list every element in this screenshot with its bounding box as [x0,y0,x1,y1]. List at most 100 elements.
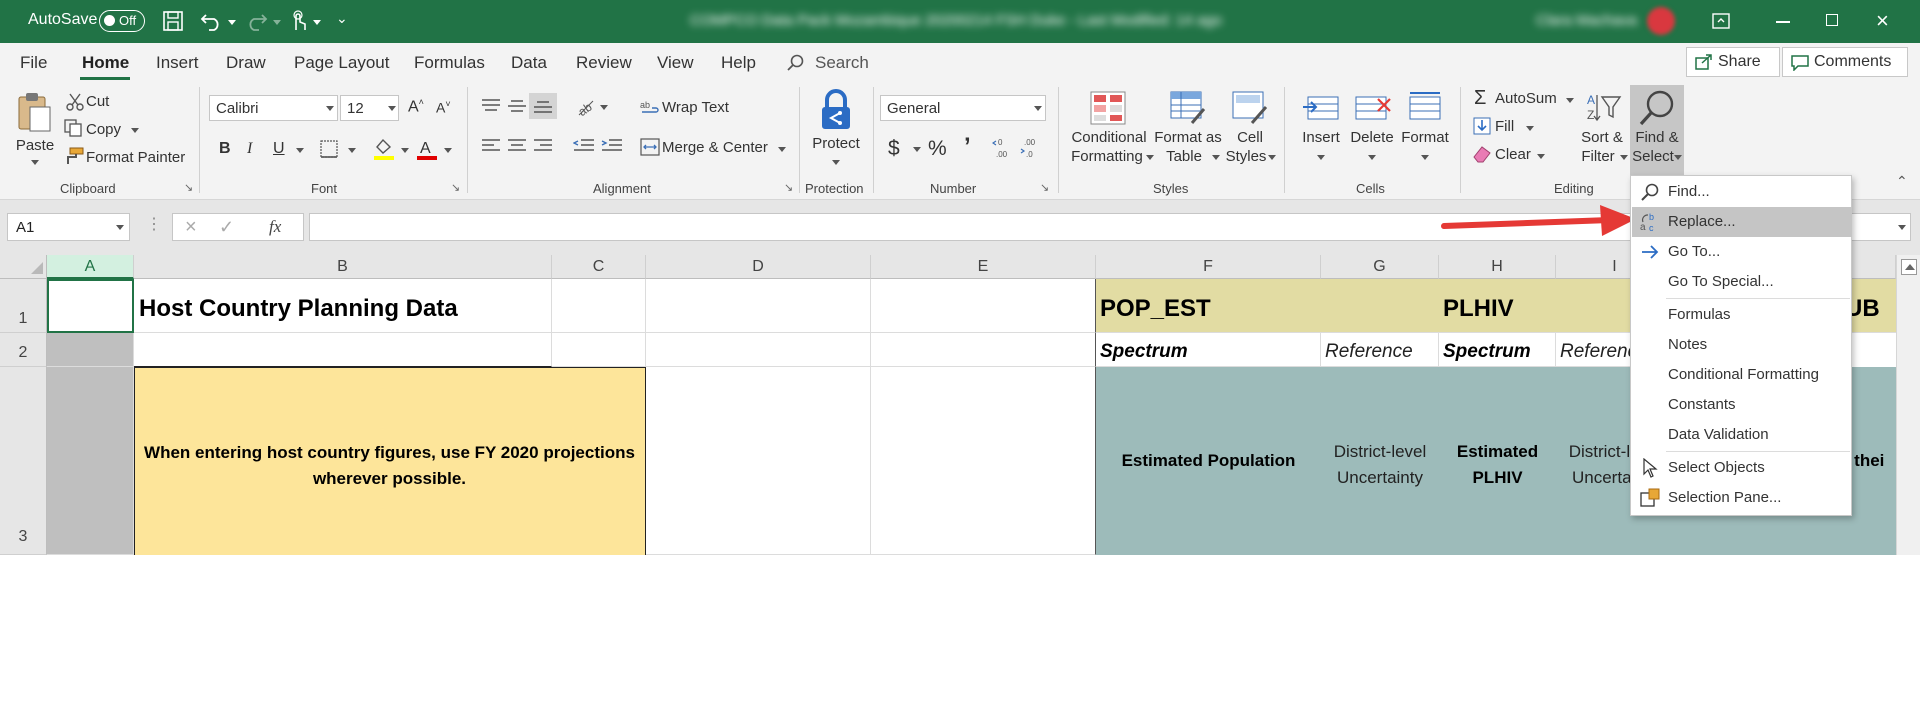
collapse-ribbon-icon[interactable]: ⌃ [1896,173,1908,190]
insert-cells-button[interactable]: Insert [1296,89,1346,173]
col-header-d[interactable]: D [646,255,871,279]
cut-button[interactable]: Cut [86,93,109,110]
borders-icon[interactable] [320,140,338,158]
cell-a2[interactable] [47,333,134,367]
underline-dropdown-icon[interactable] [296,148,304,153]
cancel-entry-icon[interactable]: × [185,216,197,239]
col-header-c[interactable]: C [552,255,646,279]
col-header-b[interactable]: B [134,255,552,279]
font-size-combo[interactable]: 12 [340,95,399,121]
cell-a1[interactable] [47,279,134,333]
decrease-indent-icon[interactable] [573,138,595,154]
increase-decimal-icon[interactable]: 0.00 [992,136,1014,160]
underline-button[interactable]: U [273,140,285,158]
name-box[interactable]: A1 [7,213,130,241]
find-select-button[interactable]: Find & Select [1630,85,1684,175]
merge-dropdown-icon[interactable] [778,147,786,152]
orientation-dropdown-icon[interactable] [600,105,608,110]
tab-file[interactable]: File [20,53,47,73]
paste-dropdown-icon[interactable] [31,160,39,165]
font-name-combo[interactable]: Calibri [209,95,338,121]
cell-f2[interactable]: Spectrum [1096,333,1321,367]
menu-item-formulas[interactable]: Formulas [1632,300,1852,330]
align-left-icon[interactable] [481,138,501,154]
copy-button[interactable]: Copy [86,121,121,138]
cell-e3[interactable] [871,367,1096,555]
clipboard-launcher-icon[interactable]: ↘ [184,181,193,194]
clear-button[interactable]: Clear [1495,146,1531,163]
cell-d1[interactable] [646,279,871,333]
scroll-up-arrow-icon[interactable] [1901,259,1917,275]
bottom-align-button[interactable] [529,93,557,119]
insert-function-icon[interactable]: fx [269,217,281,237]
middle-align-icon[interactable] [507,98,527,114]
cell-d3[interactable] [646,367,871,555]
font-color-icon[interactable]: A [416,137,438,161]
comments-button[interactable]: Comments [1782,47,1908,77]
cell-b1[interactable]: Host Country Planning Data [134,279,552,333]
format-as-table-button[interactable]: Format as Table [1154,89,1222,173]
row-header-2[interactable]: 2 [0,333,47,367]
autosave-toggle[interactable]: Off [99,10,145,32]
font-launcher-icon[interactable]: ↘ [451,181,460,194]
align-center-icon[interactable] [507,138,527,154]
copy-dropdown-icon[interactable] [131,128,139,133]
fill-button[interactable]: Fill [1495,118,1514,135]
search-label[interactable]: Search [815,53,869,73]
share-button[interactable]: Share [1686,47,1780,77]
undo-icon[interactable] [200,11,222,31]
number-launcher-icon[interactable]: ↘ [1040,181,1049,194]
align-right-icon[interactable] [533,138,553,154]
select-all-corner[interactable] [0,255,47,279]
increase-font-size-icon[interactable]: A˄ [408,97,424,116]
merge-center-button[interactable]: Merge & Center [662,139,768,156]
redo-dropdown-icon[interactable] [273,20,281,25]
cell-g2[interactable]: Reference [1321,333,1439,367]
wrap-text-button[interactable]: Wrap Text [662,99,729,116]
format-cells-button[interactable]: Format [1398,89,1452,173]
accounting-dropdown-icon[interactable] [913,147,921,152]
bold-button[interactable]: B [219,140,231,158]
menu-item-replace[interactable]: bac Replace... [1632,207,1852,237]
row-header-1[interactable]: 1 [0,279,47,333]
confirm-entry-icon[interactable]: ✓ [219,217,234,238]
col-header-g[interactable]: G [1321,255,1439,279]
cell-e1[interactable] [871,279,1096,333]
col-header-h[interactable]: H [1439,255,1556,279]
vertical-scrollbar[interactable] [1896,255,1920,555]
fill-color-icon[interactable] [373,137,395,161]
conditional-formatting-button[interactable]: Conditional Formatting [1066,89,1154,173]
percent-style-icon[interactable]: % [928,137,947,161]
touch-dropdown-icon[interactable] [313,20,321,25]
tab-data[interactable]: Data [511,53,547,73]
accounting-format-icon[interactable]: $ [888,137,900,161]
top-align-icon[interactable] [481,98,501,114]
delete-cells-button[interactable]: Delete [1346,89,1398,173]
user-name[interactable]: Clara Machava [1536,12,1637,29]
cell-c1[interactable] [552,279,646,333]
undo-dropdown-icon[interactable] [228,20,236,25]
ribbon-display-options-icon[interactable] [1712,13,1730,29]
tab-formulas[interactable]: Formulas [414,53,485,73]
cell-h3[interactable]: Estimated PLHIV [1439,367,1556,555]
row-header-3[interactable]: 3 [0,367,47,555]
cell-b2[interactable] [134,333,552,367]
minimize-icon[interactable] [1776,21,1790,23]
autosum-button[interactable]: AutoSum [1495,90,1557,107]
decrease-font-size-icon[interactable]: A˅ [436,99,451,116]
menu-item-select-objects[interactable]: Select Objects [1632,453,1852,483]
increase-indent-icon[interactable] [601,138,623,154]
paste-button[interactable]: Paste [10,87,60,167]
cell-f3[interactable]: Estimated Population [1096,367,1321,555]
format-painter-button[interactable]: Format Painter [86,149,185,166]
cell-d2[interactable] [646,333,871,367]
cell-h2[interactable]: Spectrum [1439,333,1556,367]
avatar[interactable] [1647,7,1675,35]
borders-dropdown-icon[interactable] [348,148,356,153]
search-icon[interactable] [787,54,805,72]
tab-review[interactable]: Review [576,53,632,73]
number-format-combo[interactable]: General [880,95,1046,121]
menu-item-data-validation[interactable]: Data Validation [1632,420,1852,450]
fill-dropdown-icon[interactable] [1526,126,1534,131]
redo-icon[interactable] [246,11,268,31]
